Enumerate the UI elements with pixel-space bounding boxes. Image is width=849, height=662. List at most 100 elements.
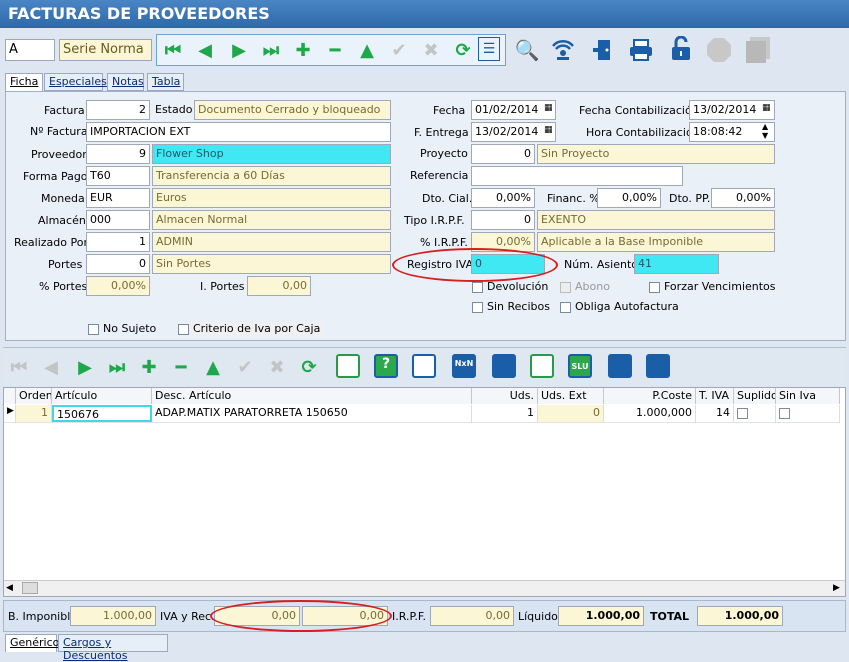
scroll-thumb[interactable]: [22, 582, 38, 594]
referencia-input[interactable]: [471, 166, 683, 186]
calendar-icon[interactable]: ▦: [544, 103, 553, 113]
search-icon[interactable]: 🔍: [514, 37, 540, 63]
unlock-icon[interactable]: [668, 36, 694, 62]
table-row[interactable]: ▶ 1 150676 ADAP.MATIX PARATORRETA 150650…: [4, 405, 840, 423]
dto-pp-input[interactable]: 0,00%: [711, 188, 775, 208]
cell-pcoste[interactable]: 1.000,000: [604, 405, 696, 422]
column-header-uds[interactable]: Uds.: [472, 388, 538, 404]
total-field: 1.000,00: [697, 606, 783, 626]
cell-sin-iva[interactable]: [776, 405, 840, 422]
calculator-icon[interactable]: [492, 354, 516, 378]
last-line-icon[interactable]: ⏭: [104, 354, 130, 380]
refresh-icon[interactable]: ⟳: [450, 37, 476, 63]
criterio-check-icon[interactable]: [178, 323, 189, 335]
dto-cial-input[interactable]: 0,00%: [471, 188, 535, 208]
column-header-tiva[interactable]: T. IVA: [696, 388, 734, 404]
slu-icon[interactable]: SLU: [568, 354, 592, 378]
document-list-icon[interactable]: ☰: [478, 37, 500, 61]
time-spinner-icon[interactable]: ▲ ▼: [762, 122, 768, 140]
tab-especiales[interactable]: Especiales: [44, 73, 107, 91]
stop-icon[interactable]: [706, 37, 732, 63]
obliga-check-icon[interactable]: [560, 301, 571, 313]
edit-record-icon[interactable]: ▲: [354, 37, 380, 63]
portes-code-input[interactable]: 0: [86, 254, 150, 274]
cell-suplido[interactable]: [734, 405, 776, 422]
forzar-check-icon[interactable]: [649, 281, 660, 293]
financ-input[interactable]: 0,00%: [597, 188, 661, 208]
no-sujeto-check-icon[interactable]: [88, 323, 99, 335]
first-record-icon[interactable]: ⏮: [160, 37, 186, 63]
column-header-orden[interactable]: Orden: [16, 388, 52, 404]
proveedor-code-input[interactable]: 9: [86, 144, 150, 164]
column-header-articulo[interactable]: Artículo: [52, 388, 152, 404]
cell-desc-articulo[interactable]: ADAP.MATIX PARATORRETA 150650: [152, 405, 472, 422]
confirm-icon[interactable]: ✔: [386, 37, 412, 63]
no-sujeto-checkbox[interactable]: No Sujeto: [88, 322, 156, 335]
column-header-sin-iva[interactable]: Sin Iva: [776, 388, 840, 404]
copy-icon[interactable]: [744, 37, 770, 63]
scroll-left-icon[interactable]: ◀: [6, 583, 13, 593]
forzar-vencimientos-checkbox[interactable]: Forzar Vencimientos: [649, 280, 776, 293]
delete-line-icon[interactable]: ━: [168, 354, 194, 380]
printer-icon[interactable]: [628, 37, 654, 63]
almacen-code-input[interactable]: 000: [86, 210, 150, 230]
cancel-line-icon[interactable]: ✖: [264, 354, 290, 380]
cell-uds[interactable]: 1: [472, 405, 538, 422]
convert-icon[interactable]: [530, 354, 554, 378]
last-record-icon[interactable]: ⏭: [258, 37, 284, 63]
edit-document-icon[interactable]: [336, 354, 360, 378]
tab-notas[interactable]: Notas: [107, 73, 144, 91]
cell-orden[interactable]: 1: [16, 405, 52, 422]
forma-pago-code-input[interactable]: T60: [86, 166, 150, 186]
cell-uds-ext[interactable]: 0: [538, 405, 604, 422]
scroll-right-icon[interactable]: ▶: [833, 583, 840, 593]
column-header-uds-ext[interactable]: Uds. Ext: [538, 388, 604, 404]
obliga-autofactura-checkbox[interactable]: Obliga Autofactura: [560, 300, 679, 313]
confirm-line-icon[interactable]: ✔: [232, 354, 258, 380]
factura-input[interactable]: 2: [86, 100, 150, 120]
next-record-icon[interactable]: ▶: [226, 37, 252, 63]
sin-recibos-check-icon[interactable]: [472, 301, 483, 313]
previous-record-icon[interactable]: ◀: [192, 37, 218, 63]
serie-code-input[interactable]: A: [5, 39, 55, 61]
search-lines-icon[interactable]: [646, 354, 670, 378]
sin-iva-check-icon[interactable]: [779, 407, 790, 419]
wireless-icon[interactable]: [550, 37, 576, 63]
calendar-icon[interactable]: ▦: [544, 125, 553, 135]
cancel-icon[interactable]: ✖: [418, 37, 444, 63]
tab-cargos-descuentos[interactable]: Cargos y Descuentos: [58, 634, 168, 662]
nxn-icon[interactable]: NxN: [452, 354, 476, 378]
previous-line-icon[interactable]: ◀: [38, 354, 64, 380]
next-line-icon[interactable]: ▶: [72, 354, 98, 380]
devolucion-check-icon[interactable]: [472, 281, 483, 293]
column-header-pcoste[interactable]: P.Coste: [604, 388, 696, 404]
first-line-icon[interactable]: ⏮: [6, 354, 32, 380]
horizontal-scrollbar[interactable]: ◀ ▶: [4, 580, 845, 596]
moneda-code-input[interactable]: EUR: [86, 188, 150, 208]
tab-tabla[interactable]: Tabla: [147, 73, 184, 91]
exit-door-icon[interactable]: [590, 37, 616, 63]
sin-recibos-checkbox[interactable]: Sin Recibos: [472, 300, 550, 313]
tipo-irpf-code-input[interactable]: 0: [471, 210, 535, 230]
refresh-lines-icon[interactable]: ⟳: [296, 354, 322, 380]
edit-line-icon[interactable]: ▲: [200, 354, 226, 380]
suplido-check-icon[interactable]: [737, 407, 748, 419]
tab-generico[interactable]: Genérico: [5, 634, 59, 652]
add-record-icon[interactable]: ✚: [290, 37, 316, 63]
calendar-icon[interactable]: ▦: [762, 103, 771, 113]
hierarchy-icon[interactable]: [412, 354, 436, 378]
devolucion-checkbox[interactable]: Devolución: [472, 280, 548, 293]
column-header-suplido[interactable]: Suplido: [734, 388, 776, 404]
criterio-iva-checkbox[interactable]: Criterio de Iva por Caja: [178, 322, 325, 335]
cell-tiva[interactable]: 14: [696, 405, 734, 422]
tab-ficha[interactable]: Ficha: [5, 73, 43, 92]
realizado-por-code-input[interactable]: 1: [86, 232, 150, 252]
proyecto-code-input[interactable]: 0: [471, 144, 535, 164]
add-line-icon[interactable]: ✚: [136, 354, 162, 380]
delete-record-icon[interactable]: ━: [322, 37, 348, 63]
num-factura-input[interactable]: IMPORTACION EXT: [86, 122, 391, 142]
help-icon[interactable]: ?: [374, 354, 398, 378]
column-header-desc-articulo[interactable]: Desc. Artículo: [152, 388, 472, 404]
transport-icon[interactable]: [608, 354, 632, 378]
cell-articulo[interactable]: 150676: [52, 405, 152, 422]
